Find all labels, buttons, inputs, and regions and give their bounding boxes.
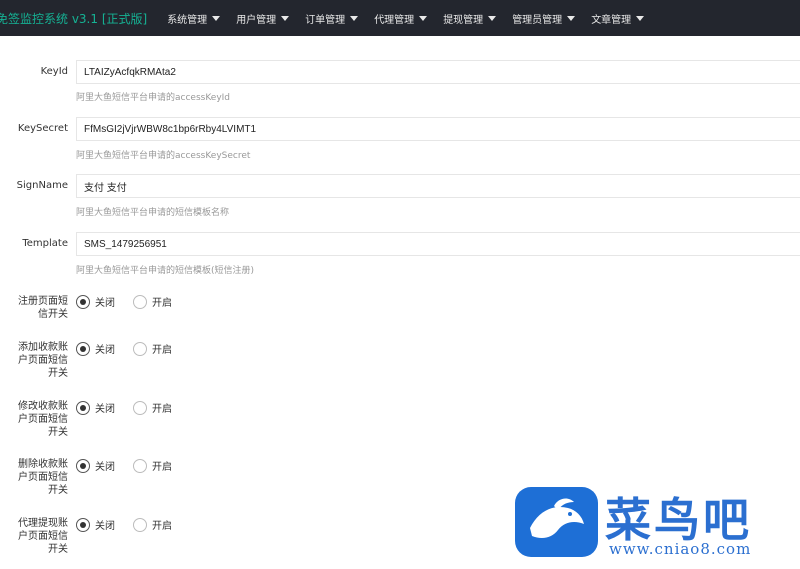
template-label: Template <box>22 238 68 249</box>
template-input[interactable]: SMS_1479256951 <box>76 232 800 256</box>
nav-agent-menu[interactable]: 代理管理 <box>366 0 435 36</box>
template-help: 阿里大鱼短信平台申请的短信模板(短信注册) <box>76 266 255 276</box>
radio-off[interactable]: 关闭 <box>76 458 115 473</box>
radio-on[interactable]: 开启 <box>133 341 172 356</box>
bird-logo-icon <box>515 487 598 557</box>
switch-add-account-label: 添加收款账户页面短信开关 <box>18 342 68 379</box>
keysecret-label: KeySecret <box>17 123 68 134</box>
top-navbar: 免签监控系统 v3.1 [正式版] 系统管理 用户管理 订单管理 代理管理 提现… <box>0 0 800 36</box>
nav-admin-menu[interactable]: 管理员管理 <box>504 0 583 36</box>
switch-agent-withdraw-label: 代理提现账户页面短信开关 <box>18 518 68 555</box>
signname-label: SignName <box>16 180 68 191</box>
switch-edit-account-label: 修改收款账户页面短信开关 <box>18 401 68 438</box>
caret-down-icon <box>281 15 290 21</box>
nav-withdraw-menu[interactable]: 提现管理 <box>435 0 504 36</box>
brand-title[interactable]: 免签监控系统 v3.1 [正式版] <box>0 10 147 27</box>
radio-circle <box>76 517 90 532</box>
radio-on[interactable]: 开启 <box>133 294 172 309</box>
radio-off[interactable]: 关闭 <box>76 341 115 356</box>
caret-down-icon <box>419 15 428 21</box>
keysecret-input[interactable]: FfMsGI2jVjrWBW8c1bp6rRby4LVIMT1 <box>76 117 800 141</box>
switch-delete-account-label: 删除收款账户页面短信开关 <box>18 459 68 496</box>
caret-down-icon <box>636 15 645 21</box>
switch-agent-withdraw-radios: 关闭 开启 <box>76 517 190 532</box>
keysecret-help: 阿里大鱼短信平台申请的accessKeySecret <box>76 151 251 161</box>
radio-circle <box>76 294 90 309</box>
signname-help: 阿里大鱼短信平台申请的短信模板名称 <box>76 208 230 218</box>
radio-on[interactable]: 开启 <box>133 458 172 473</box>
switch-delete-account-radios: 关闭 开启 <box>76 458 190 473</box>
nav-article-menu[interactable]: 文章管理 <box>583 0 652 36</box>
nav-order-menu[interactable]: 订单管理 <box>297 0 366 36</box>
radio-off[interactable]: 关闭 <box>76 400 115 415</box>
nav-system-menu[interactable]: 系统管理 <box>159 0 228 36</box>
nav-user-menu[interactable]: 用户管理 <box>228 0 297 36</box>
keyid-help: 阿里大鱼短信平台申请的accessKeyId <box>76 93 231 103</box>
caret-down-icon <box>350 15 359 21</box>
radio-circle <box>76 400 90 415</box>
signname-input[interactable]: 支付 支付 <box>76 174 800 198</box>
radio-on[interactable]: 开启 <box>133 517 172 532</box>
radio-circle <box>76 458 90 473</box>
caret-down-icon <box>488 15 497 21</box>
radio-circle <box>133 341 147 356</box>
radio-off[interactable]: 关闭 <box>76 294 115 309</box>
radio-on[interactable]: 开启 <box>133 400 172 415</box>
keyid-input[interactable]: LTAIZyAcfqkRMAta2 <box>76 60 800 84</box>
keyid-label: KeyId <box>40 66 68 77</box>
switch-register-label: 注册页面短信开关 <box>18 296 68 320</box>
watermark-url: www.cniao8.com <box>609 540 752 558</box>
caret-down-icon <box>212 15 221 21</box>
radio-circle <box>76 341 90 356</box>
radio-circle <box>133 458 147 473</box>
switch-edit-account-radios: 关闭 开启 <box>76 400 190 415</box>
radio-circle <box>133 400 147 415</box>
switch-register-radios: 关闭 开启 <box>76 294 190 309</box>
radio-circle <box>133 517 147 532</box>
switch-add-account-radios: 关闭 开启 <box>76 341 190 356</box>
caret-down-icon <box>567 15 576 21</box>
radio-circle <box>133 294 147 309</box>
radio-off[interactable]: 关闭 <box>76 517 115 532</box>
